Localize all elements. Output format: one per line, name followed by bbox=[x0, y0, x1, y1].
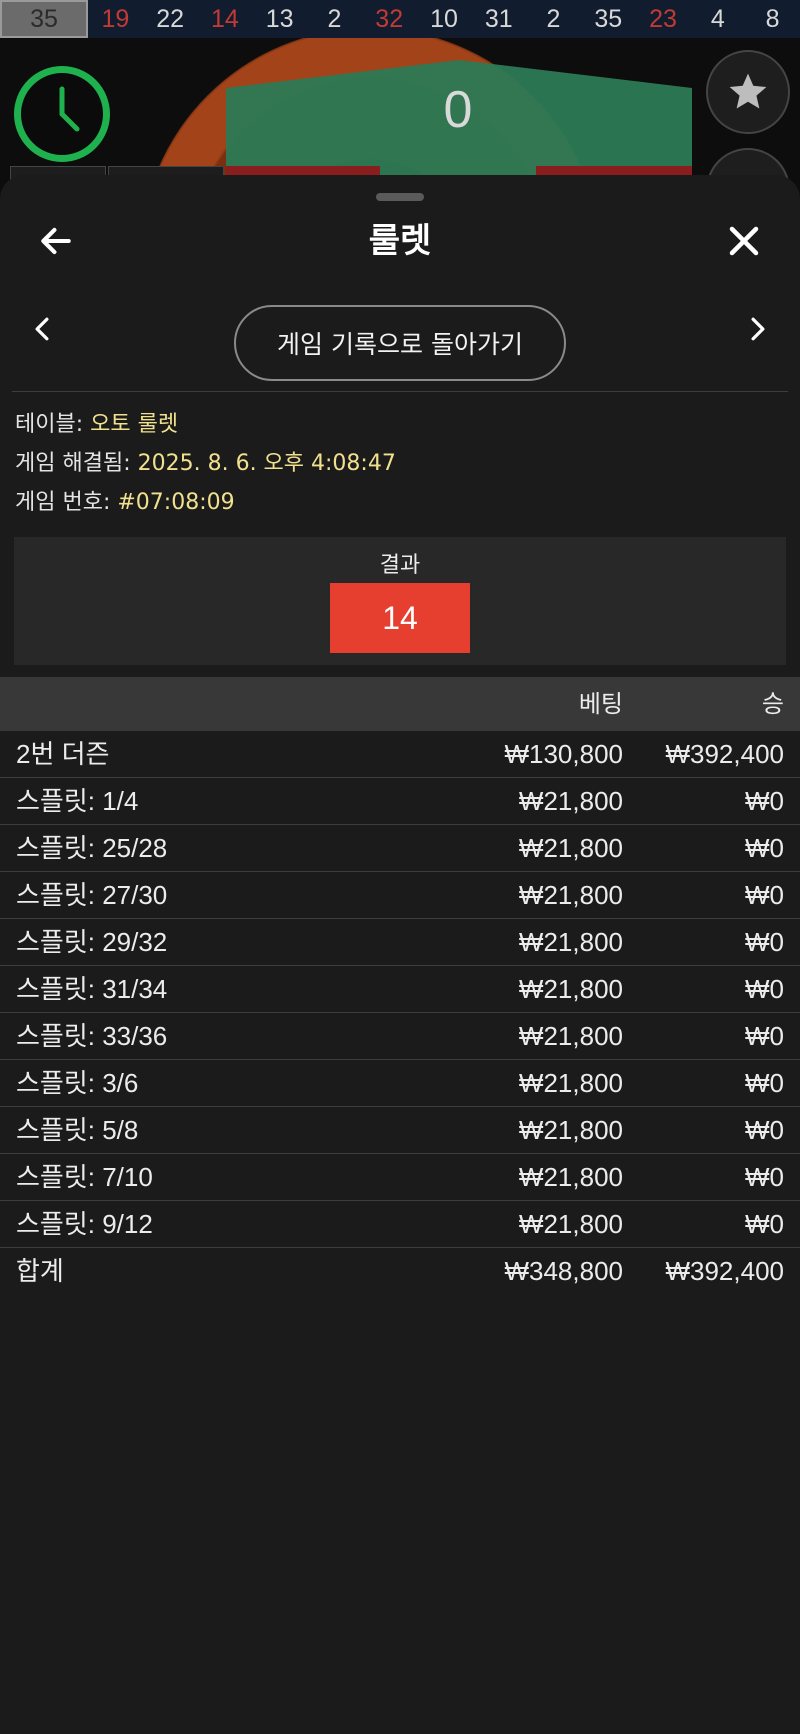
bet-amount: ₩21,800 bbox=[518, 1209, 623, 1239]
bet-name: 스플릿: 3/6 bbox=[16, 1068, 139, 1098]
history-number: 32 bbox=[375, 5, 404, 33]
star-icon bbox=[729, 73, 767, 109]
table-row: 스플릿: 27/30 ₩21,800 ₩0 bbox=[0, 872, 800, 919]
total-win-amount: ₩392,400 bbox=[665, 1256, 784, 1286]
win-amount: ₩0 bbox=[745, 786, 784, 816]
bets-table: 2번 더즌 ₩130,800 ₩392,400 스플릿: 1/4 ₩21,800… bbox=[0, 731, 800, 1295]
bet-amount: ₩21,800 bbox=[518, 880, 623, 910]
win-amount: ₩0 bbox=[745, 880, 784, 910]
sheet-drag-handle[interactable] bbox=[376, 193, 424, 201]
table-row: 스플릿: 7/10 ₩21,800 ₩0 bbox=[0, 1154, 800, 1201]
win-amount: ₩0 bbox=[745, 833, 784, 863]
chevron-left-icon bbox=[35, 317, 49, 341]
bet-name: 스플릿: 7/10 bbox=[16, 1162, 153, 1192]
table-info: 테이블: 오토 룰렛 bbox=[15, 409, 178, 441]
history-number: 2 bbox=[546, 5, 561, 33]
favorite-button[interactable] bbox=[706, 50, 790, 134]
history-number: 23 bbox=[649, 5, 677, 33]
game-detail-sheet: 룰렛 게임 기록으로 돌아가기 테이블: 오토 룰렛 게임 해결됨: 2025.… bbox=[0, 175, 800, 1734]
game-background: 0 35 19 22 14 13 2 32 10 31 2 35 23 4 8 bbox=[0, 0, 800, 200]
result-history-bar: 35 19 22 14 13 2 32 10 31 2 35 23 4 8 bbox=[0, 0, 800, 38]
previous-game-button[interactable] bbox=[22, 309, 62, 349]
bet-name: 스플릿: 31/34 bbox=[16, 974, 168, 1004]
zero-label: 0 bbox=[443, 81, 473, 139]
win-amount: ₩0 bbox=[745, 927, 784, 957]
win-amount: ₩0 bbox=[745, 1115, 784, 1145]
table-row: 스플릿: 1/4 ₩21,800 ₩0 bbox=[0, 778, 800, 825]
sheet-title: 룰렛 bbox=[368, 221, 432, 261]
bet-column-header: 베팅 bbox=[578, 690, 623, 718]
history-number: 2 bbox=[327, 5, 342, 33]
win-amount: ₩0 bbox=[745, 1209, 784, 1239]
back-to-history-button[interactable]: 게임 기록으로 돌아가기 bbox=[234, 305, 566, 381]
table-value: 오토 룰렛 bbox=[90, 412, 179, 437]
game-number-info: 게임 번호: #07:08:09 bbox=[15, 487, 235, 519]
result-number: 14 bbox=[330, 583, 470, 653]
win-amount: ₩0 bbox=[745, 1068, 784, 1098]
history-number: 10 bbox=[430, 5, 458, 33]
bet-amount: ₩21,800 bbox=[518, 1115, 623, 1145]
history-number: 22 bbox=[156, 5, 185, 33]
timer bbox=[14, 66, 110, 162]
history-number: 19 bbox=[101, 5, 130, 33]
total-row: 합계 ₩348,800 ₩392,400 bbox=[0, 1248, 800, 1295]
bets-table-header: 베팅 승 bbox=[0, 677, 800, 731]
table-row: 2번 더즌 ₩130,800 ₩392,400 bbox=[0, 731, 800, 778]
bet-amount: ₩21,800 bbox=[518, 1068, 623, 1098]
win-amount: ₩0 bbox=[745, 1021, 784, 1051]
history-number: 31 bbox=[484, 5, 513, 33]
resolved-info: 게임 해결됨: 2025. 8. 6. 오후 4:08:47 bbox=[15, 448, 396, 480]
total-bet-amount: ₩348,800 bbox=[504, 1256, 623, 1286]
win-amount: ₩392,400 bbox=[665, 739, 784, 769]
game-number-label: 게임 번호: bbox=[15, 490, 118, 515]
table-label: 테이블: bbox=[15, 412, 91, 437]
history-number: 4 bbox=[710, 5, 725, 33]
total-label: 합계 bbox=[16, 1256, 64, 1286]
table-row: 스플릿: 9/12 ₩21,800 ₩0 bbox=[0, 1201, 800, 1248]
bet-amount: ₩130,800 bbox=[504, 739, 623, 769]
bet-name: 스플릿: 25/28 bbox=[16, 833, 168, 863]
table-row: 스플릿: 3/6 ₩21,800 ₩0 bbox=[0, 1060, 800, 1107]
table-row: 스플릿: 31/34 ₩21,800 ₩0 bbox=[0, 966, 800, 1013]
win-column-header: 승 bbox=[761, 690, 784, 718]
bet-amount: ₩21,800 bbox=[518, 974, 623, 1004]
bet-name: 스플릿: 1/4 bbox=[16, 786, 139, 816]
bet-name: 스플릿: 9/12 bbox=[16, 1209, 153, 1239]
bet-name: 스플릿: 29/32 bbox=[16, 927, 168, 957]
bet-amount: ₩21,800 bbox=[518, 786, 623, 816]
table-row: 스플릿: 5/8 ₩21,800 ₩0 bbox=[0, 1107, 800, 1154]
history-number: 35 bbox=[0, 0, 88, 38]
bet-amount: ₩21,800 bbox=[518, 927, 623, 957]
table-row: 스플릿: 29/32 ₩21,800 ₩0 bbox=[0, 919, 800, 966]
win-amount: ₩0 bbox=[745, 1162, 784, 1192]
bet-name: 스플릿: 27/30 bbox=[16, 880, 168, 910]
win-amount: ₩0 bbox=[745, 974, 784, 1004]
clock-icon bbox=[59, 86, 80, 132]
divider bbox=[12, 391, 788, 392]
game-number-value: #07:08:09 bbox=[117, 490, 235, 515]
table-row: 스플릿: 25/28 ₩21,800 ₩0 bbox=[0, 825, 800, 872]
bet-amount: ₩21,800 bbox=[518, 1162, 623, 1192]
history-number: 13 bbox=[265, 5, 294, 33]
chevron-right-icon bbox=[751, 317, 765, 341]
history-number: 14 bbox=[211, 5, 239, 33]
bet-name: 2번 더즌 bbox=[16, 739, 110, 769]
close-icon bbox=[729, 226, 759, 256]
resolved-label: 게임 해결됨: bbox=[15, 451, 138, 476]
history-number: 8 bbox=[765, 5, 780, 33]
table-row: 스플릿: 33/36 ₩21,800 ₩0 bbox=[0, 1013, 800, 1060]
bet-amount: ₩21,800 bbox=[518, 1021, 623, 1051]
bet-amount: ₩21,800 bbox=[518, 833, 623, 863]
result-panel: 결과 14 bbox=[14, 537, 786, 665]
close-button[interactable] bbox=[718, 215, 770, 267]
bet-name: 스플릿: 5/8 bbox=[16, 1115, 139, 1145]
result-title: 결과 bbox=[379, 553, 421, 578]
next-game-button[interactable] bbox=[738, 309, 778, 349]
bet-name: 스플릿: 33/36 bbox=[16, 1021, 168, 1051]
history-number: 35 bbox=[594, 5, 623, 33]
resolved-value: 2025. 8. 6. 오후 4:08:47 bbox=[137, 451, 396, 476]
